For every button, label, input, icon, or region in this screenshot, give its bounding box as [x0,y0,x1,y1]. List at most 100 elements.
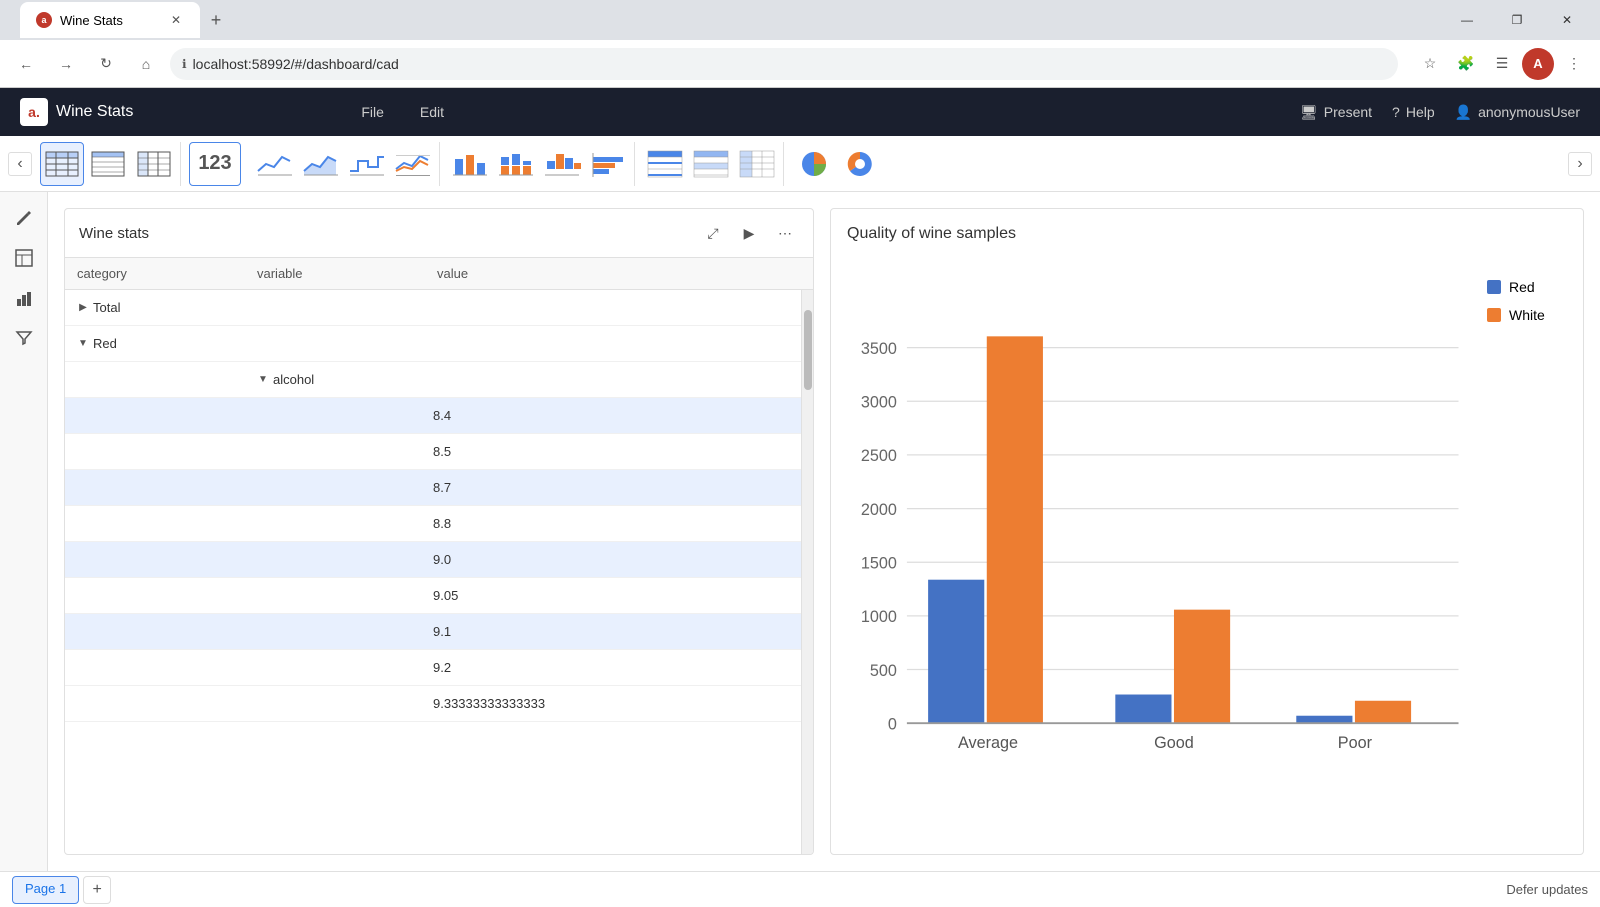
app-menu: File Edit [353,100,452,124]
table-row[interactable]: ▶ Total [65,290,801,326]
help-button[interactable]: ? Help [1392,104,1435,120]
bar-chart-1-button[interactable] [448,142,492,186]
bar-chart-2-button[interactable] [494,142,538,186]
user-menu[interactable]: 👤 anonymousUser [1455,104,1580,121]
table-row[interactable]: 9.1 [65,614,801,650]
table-row[interactable]: 9.0 [65,542,801,578]
number-format-button[interactable]: 123 [189,142,241,186]
help-icon: ? [1392,104,1400,120]
line-chart-2-button[interactable] [299,142,343,186]
table-row[interactable]: ▼ alcohol [65,362,801,398]
minimize-button[interactable]: — [1444,4,1490,36]
bar-chart-3-button[interactable] [540,142,584,186]
app-header: a. Wine Stats File Edit 🖥 Present ? Help… [0,88,1600,136]
scrollbar-thumb[interactable] [804,310,812,390]
sidebar-filter-icon[interactable] [6,320,42,356]
user-icon: 👤 [1455,104,1472,121]
table-type-2-button[interactable] [86,142,130,186]
forward-button[interactable]: → [50,48,82,80]
row-toggle[interactable]: ▶ [73,298,93,318]
legend-label-red: Red [1509,279,1535,295]
table-row[interactable]: 9.33333333333333 [65,686,801,722]
svg-text:0: 0 [888,715,897,733]
edit-menu[interactable]: Edit [412,100,452,124]
chart-widget: Quality of wine samples 0 500 1000 1500 … [830,208,1584,855]
sidebar-edit-icon[interactable] [6,200,42,236]
svg-text:Poor: Poor [1338,734,1373,752]
close-button[interactable]: ✕ [1544,4,1590,36]
line-chart-3-button[interactable] [345,142,389,186]
more-options-button[interactable]: ⋯ [771,219,799,247]
table-type-1-button[interactable] [40,142,84,186]
reload-button[interactable]: ↻ [90,48,122,80]
toolbar: ‹ [0,136,1600,192]
sidebar-table-icon[interactable] [6,240,42,276]
table-alt-2-button[interactable] [689,142,733,186]
secure-icon: ℹ [182,57,187,71]
table-alt-3-button[interactable] [735,142,779,186]
browser-tab[interactable]: a Wine Stats ✕ [20,2,200,38]
bar-average-white [987,336,1043,723]
table-body: ▶ Total ▼ Re [65,290,813,854]
row-toggle[interactable]: ▼ [73,334,93,354]
bottom-bar: Page 1 + Defer updates [0,871,1600,907]
table-row[interactable]: 8.4 [65,398,801,434]
sidebar-chart-icon[interactable] [6,280,42,316]
table-row[interactable]: 9.2 [65,650,801,686]
row-value: 8.7 [433,480,451,495]
svg-text:3000: 3000 [861,393,897,411]
widget-title: Wine stats [79,225,691,242]
table-row[interactable]: 9.05 [65,578,801,614]
toolbar-next-button[interactable]: › [1568,152,1592,176]
home-button[interactable]: ⌂ [130,48,162,80]
username: anonymousUser [1478,104,1580,120]
table-row[interactable]: 8.5 [65,434,801,470]
url-bar[interactable]: ℹ localhost:58992/#/dashboard/cad [170,48,1398,80]
table-type-3-button[interactable] [132,142,176,186]
table-alt-section [639,142,784,186]
settings-button[interactable]: ⋮ [1558,48,1590,80]
row-value: 9.05 [433,588,458,603]
maximize-button[interactable]: ❐ [1494,4,1540,36]
new-tab-button[interactable]: + [200,4,232,36]
app-body: Wine stats ⤢ ▶ ⋯ category variable value [0,192,1600,871]
col-header-value: value [425,258,813,289]
number-label: 123 [198,152,231,175]
line-chart-4-button[interactable] [391,142,435,186]
defer-updates-button[interactable]: Defer updates [1506,882,1588,897]
row-value: 9.33333333333333 [433,696,545,711]
user-profile-button[interactable]: A [1522,48,1554,80]
page-tabs: Page 1 + [12,876,111,904]
pie-chart-1-button[interactable] [792,142,836,186]
present-button[interactable]: 🖥 Present [1300,104,1372,121]
table-widget: Wine stats ⤢ ▶ ⋯ category variable value [64,208,814,855]
row-label: Red [93,336,117,351]
table-row[interactable]: 8.8 [65,506,801,542]
table-scrollbar[interactable] [801,290,813,854]
extensions-button[interactable]: 🧩 [1450,48,1482,80]
bookmark-button[interactable]: ☆ [1414,48,1446,80]
add-page-button[interactable]: + [83,876,111,904]
toolbar-prev-button[interactable]: ‹ [8,152,32,176]
legend-item-red: Red [1487,279,1567,295]
legend-dot-red [1487,280,1501,294]
row-label: alcohol [273,372,314,387]
page-tab-1[interactable]: Page 1 [12,876,79,904]
legend-dot-white [1487,308,1501,322]
tab-close-button[interactable]: ✕ [168,12,184,28]
bar-chart-4-button[interactable] [586,142,630,186]
dashboard: Wine stats ⤢ ▶ ⋯ category variable value [64,208,1584,855]
col-header-variable: variable [245,258,425,289]
row-toggle[interactable]: ▼ [253,370,273,390]
back-button[interactable]: ← [10,48,42,80]
table-row[interactable]: 8.7 [65,470,801,506]
profile-menu-button[interactable]: ☰ [1486,48,1518,80]
line-chart-1-button[interactable] [253,142,297,186]
svg-text:2000: 2000 [861,501,897,519]
table-row[interactable]: ▼ Red [65,326,801,362]
file-menu[interactable]: File [353,100,392,124]
table-alt-1-button[interactable] [643,142,687,186]
pie-chart-2-button[interactable] [838,142,882,186]
fullscreen-button[interactable]: ⤢ [699,219,727,247]
play-button[interactable]: ▶ [735,219,763,247]
